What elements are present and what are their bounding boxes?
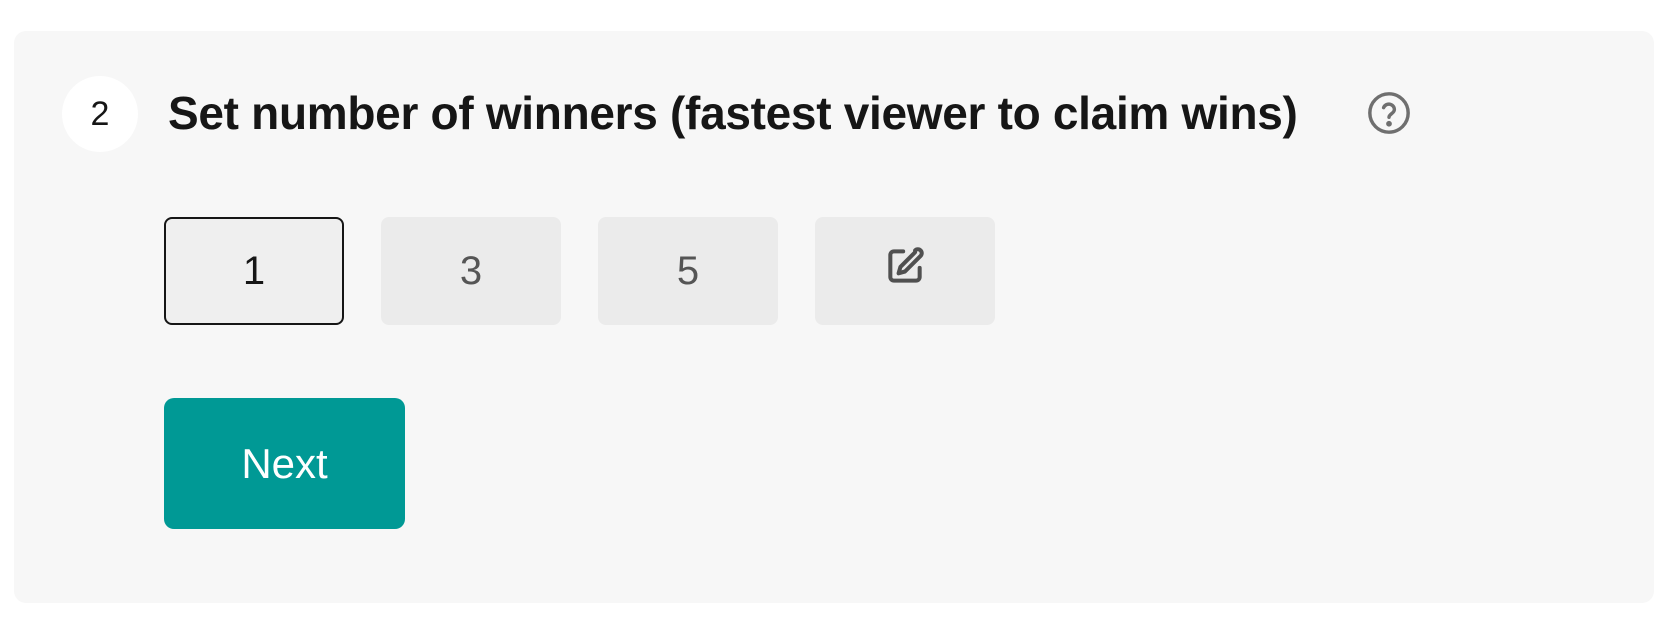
winner-option-1[interactable]: 1 (164, 217, 344, 325)
winner-count-options: 1 3 5 (164, 217, 995, 325)
step-number: 2 (90, 94, 110, 133)
question-circle-icon[interactable] (1366, 90, 1412, 136)
edit-icon (883, 244, 927, 298)
step-number-badge: 2 (62, 76, 138, 152)
step-title: Set number of winners (fastest viewer to… (168, 87, 1298, 139)
winners-step-card: 2 Set number of winners (fastest viewer … (14, 31, 1654, 603)
winner-option-label: 3 (459, 248, 483, 293)
winner-option-3[interactable]: 3 (381, 217, 561, 325)
winner-option-label: 1 (242, 248, 266, 293)
winner-option-5[interactable]: 5 (598, 217, 778, 325)
winner-option-label: 5 (676, 248, 700, 293)
custom-winner-count-button[interactable] (815, 217, 995, 325)
next-button[interactable]: Next (164, 398, 405, 529)
